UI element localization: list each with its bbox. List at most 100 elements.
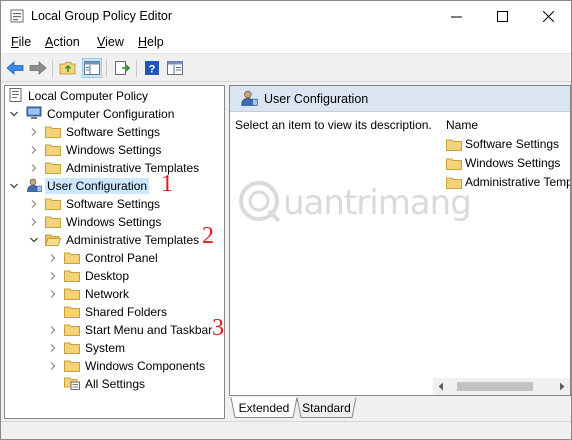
forward-button[interactable] [28, 58, 48, 78]
up-level-button[interactable] [58, 58, 78, 78]
title-bar: Local Group Policy Editor [1, 1, 571, 31]
chevron-right-icon[interactable] [29, 145, 39, 155]
menu-bar: File Action View Help [1, 31, 571, 54]
folder-icon [64, 306, 80, 318]
list-item[interactable]: Windows Settings [446, 155, 570, 173]
close-button[interactable] [525, 1, 571, 31]
show-hide-tree-button[interactable] [82, 58, 102, 78]
properties-icon [167, 61, 183, 75]
tree-label: System [85, 341, 126, 355]
folder-open-icon [45, 234, 61, 246]
tree-label: All Settings [85, 377, 146, 391]
toolbar: ? [1, 55, 571, 82]
maximize-button[interactable] [479, 1, 525, 31]
scroll-left-icon[interactable] [437, 382, 445, 391]
chevron-right-icon[interactable] [48, 271, 58, 281]
chevron-right-icon[interactable] [48, 289, 58, 299]
annotation-number: 3 [212, 315, 224, 341]
tree-label: Shared Folders [85, 305, 168, 319]
description-text: Select an item to view its description. [235, 118, 432, 132]
toolbar-separator [52, 60, 53, 77]
list-item-label: Administrative Templates [465, 175, 570, 189]
tab-standard[interactable]: Standard [299, 397, 354, 418]
scrollbar-thumb[interactable] [457, 382, 533, 391]
chevron-right-icon[interactable] [48, 253, 58, 263]
properties-button[interactable] [165, 58, 185, 78]
chevron-right-icon[interactable] [29, 127, 39, 137]
export-list-button[interactable] [112, 58, 132, 78]
tab-extended[interactable]: Extended [235, 397, 293, 418]
item-list: Name Software Settings Windows Settings … [433, 112, 570, 395]
app-window: Local Group Policy Editor File Action Vi… [0, 0, 572, 440]
folder-icon [45, 144, 61, 156]
view-tabs: Extended Standard [229, 397, 571, 419]
console-tree: Local Computer Policy Computer Configura… [4, 85, 225, 419]
toolbar-separator [136, 60, 137, 77]
tree-label: Software Settings [66, 197, 161, 211]
chevron-right-icon[interactable] [29, 217, 39, 227]
scroll-right-icon[interactable] [558, 382, 566, 391]
chevron-right-icon[interactable] [29, 199, 39, 209]
folder-icon [64, 270, 80, 282]
status-bar [1, 421, 571, 439]
folder-icon [446, 177, 462, 189]
folder-icon [45, 216, 61, 228]
folder-icon [64, 288, 80, 300]
tree-label: Computer Configuration [47, 107, 175, 121]
chevron-down-icon[interactable] [29, 235, 39, 245]
chevron-right-icon[interactable] [48, 325, 58, 335]
minimize-icon [450, 16, 462, 17]
policy-editor-icon [10, 9, 24, 23]
list-item[interactable]: Administrative Templates [446, 174, 570, 192]
annotation-number: 1 [161, 171, 173, 197]
column-header-name[interactable]: Name [446, 118, 478, 132]
horizontal-scrollbar[interactable] [433, 378, 570, 395]
folder-icon [45, 198, 61, 210]
back-button[interactable] [5, 58, 25, 78]
close-icon [542, 10, 554, 22]
tree-label: Network [85, 287, 130, 301]
forward-arrow-icon [29, 61, 47, 75]
menu-action[interactable]: Action [45, 35, 80, 49]
tree-label: Administrative Templates [66, 233, 200, 247]
folder-icon [446, 139, 462, 151]
list-item-label: Windows Settings [465, 156, 561, 170]
tree-label: Local Computer Policy [28, 89, 149, 103]
chevron-right-icon[interactable] [29, 163, 39, 173]
maximize-icon [496, 10, 508, 22]
tree-label: Control Panel [85, 251, 158, 265]
details-pane: User Configuration Select an item to vie… [229, 85, 571, 396]
chevron-right-icon[interactable] [48, 361, 58, 371]
menu-view[interactable]: View [97, 35, 124, 49]
folder-icon [64, 252, 80, 264]
minimize-button[interactable] [433, 1, 479, 31]
details-header: User Configuration [230, 86, 570, 112]
user-icon [27, 178, 42, 192]
window-title: Local Group Policy Editor [31, 9, 173, 23]
svg-text:?: ? [149, 64, 156, 76]
tree-label: Windows Settings [66, 215, 162, 229]
chevron-down-icon[interactable] [9, 109, 19, 119]
export-list-icon [115, 61, 130, 75]
list-item[interactable]: Software Settings [446, 136, 570, 154]
all-settings-icon [64, 377, 80, 390]
folder-icon [64, 324, 80, 336]
menu-file[interactable]: File [11, 35, 31, 49]
folder-icon [45, 162, 61, 174]
back-arrow-icon [6, 61, 24, 75]
tree-label: Administrative Templates [66, 161, 200, 175]
user-icon [241, 90, 258, 106]
folder-icon [64, 360, 80, 372]
folder-icon [64, 342, 80, 354]
folder-icon [45, 126, 61, 138]
chevron-down-icon[interactable] [9, 181, 19, 191]
tree-label: Windows Settings [66, 143, 162, 157]
help-button[interactable]: ? [142, 58, 162, 78]
folder-icon [446, 158, 462, 170]
tree-label: Desktop [85, 269, 130, 283]
computer-icon [26, 106, 42, 119]
tree-label: Start Menu and Taskbar [85, 323, 213, 337]
chevron-right-icon[interactable] [48, 343, 58, 353]
menu-help[interactable]: Help [138, 35, 164, 49]
help-icon: ? [145, 61, 159, 76]
